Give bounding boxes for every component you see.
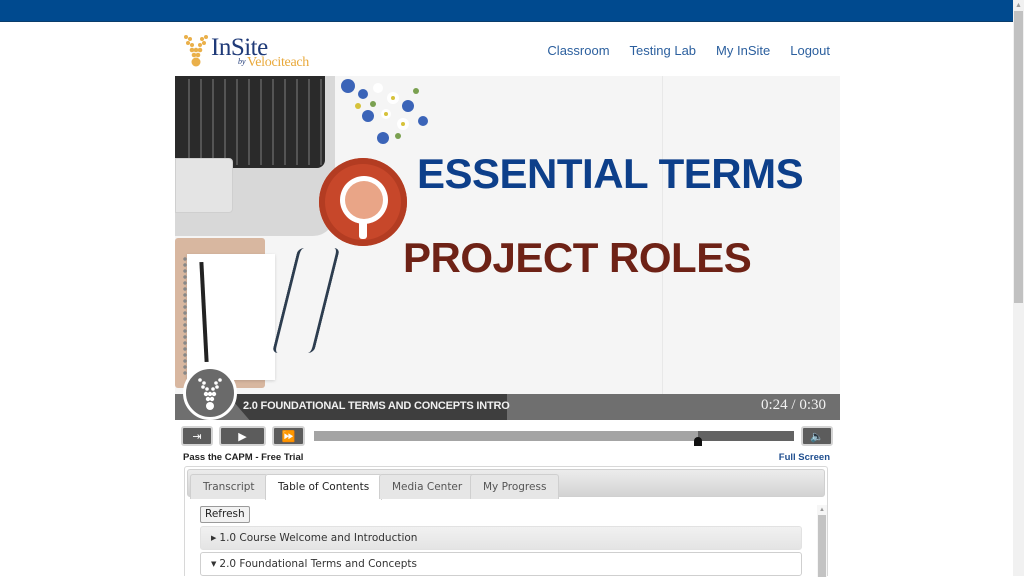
progress-remaining bbox=[698, 431, 794, 441]
course-name: Pass the CAPM - Free Trial bbox=[183, 452, 304, 463]
time-total: 0:30 bbox=[799, 397, 826, 413]
velociteach-badge bbox=[183, 366, 237, 420]
volume-icon: 🔈 bbox=[810, 430, 824, 443]
tab-my-progress[interactable]: My Progress bbox=[470, 474, 560, 499]
page-scrollbar[interactable]: ▲ bbox=[1013, 0, 1024, 576]
toc-item-label: 1.0 Course Welcome and Introduction bbox=[219, 532, 418, 544]
tab-transcript[interactable]: Transcript bbox=[190, 474, 268, 499]
nav-classroom[interactable]: Classroom bbox=[547, 43, 609, 58]
refresh-button[interactable]: Refresh bbox=[200, 506, 250, 523]
caret-down-icon: ▼ bbox=[211, 560, 217, 568]
tab-bar: Transcript Table of Contents Media Cente… bbox=[187, 469, 825, 500]
exit-button[interactable]: ⇥ bbox=[181, 426, 213, 446]
scroll-up-icon[interactable]: ▲ bbox=[817, 505, 827, 515]
coffee-cup-image bbox=[340, 176, 388, 224]
course-meta: Pass the CAPM - Free Trial Full Screen bbox=[175, 451, 840, 465]
nav-my-insite[interactable]: My InSite bbox=[716, 43, 770, 58]
video-caption: 2.0 FOUNDATIONAL TERMS AND CONCEPTS INTR… bbox=[243, 400, 510, 412]
notebook-spiral bbox=[181, 256, 189, 376]
trackpad-image bbox=[175, 158, 233, 213]
toc-scrollbar-thumb[interactable] bbox=[818, 515, 826, 577]
keyboard-image bbox=[175, 76, 325, 168]
caret-right-icon: ▶ bbox=[211, 534, 217, 542]
main-nav: Classroom Testing Lab My InSite Logout bbox=[547, 43, 830, 58]
scrollbar-thumb[interactable] bbox=[1014, 11, 1023, 303]
scroll-up-icon[interactable]: ▲ bbox=[1013, 0, 1024, 11]
play-icon: ▶ bbox=[238, 430, 247, 443]
course-panel: Transcript Table of Contents Media Cente… bbox=[184, 466, 828, 577]
logo-by-text: by bbox=[238, 57, 246, 66]
fast-forward-icon: ⏩ bbox=[281, 430, 296, 443]
volume-button[interactable]: 🔈 bbox=[801, 426, 833, 446]
cup-handle-image bbox=[359, 223, 367, 239]
time-separator: / bbox=[791, 397, 796, 413]
glasses-image bbox=[271, 248, 341, 353]
tab-table-of-contents[interactable]: Table of Contents bbox=[265, 474, 383, 500]
toc-item-label: 2.0 Foundational Terms and Concepts bbox=[219, 558, 417, 570]
fast-forward-button[interactable]: ⏩ bbox=[272, 426, 305, 446]
play-button[interactable]: ▶ bbox=[219, 426, 266, 446]
toc-item[interactable]: ▼ 2.0 Foundational Terms and Concepts bbox=[200, 552, 802, 576]
slide-title-line1: ESSENTIAL TERMS bbox=[417, 150, 804, 197]
player-controls: ⇥ ▶ ⏩ 🔈 bbox=[175, 424, 840, 448]
nav-testing-lab[interactable]: Testing Lab bbox=[630, 43, 697, 58]
top-banner bbox=[0, 0, 1013, 22]
logo-velociteach-text: Velociteach bbox=[247, 55, 309, 70]
exit-icon: ⇥ bbox=[192, 430, 202, 443]
time-current: 0:24 bbox=[760, 397, 788, 413]
toc-scrollbar[interactable]: ▲ bbox=[817, 505, 827, 577]
table-of-contents: Refresh ▶ 1.0 Course Welcome and Introduc… bbox=[197, 505, 817, 577]
progress-handle[interactable] bbox=[694, 437, 702, 446]
video-caption-bar: 2.0 FOUNDATIONAL TERMS AND CONCEPTS INTR… bbox=[175, 394, 840, 420]
toc-item[interactable]: ▶ 1.0 Course Welcome and Introduction bbox=[200, 526, 802, 550]
video-progress-slider[interactable] bbox=[314, 431, 794, 446]
tab-media-center[interactable]: Media Center bbox=[379, 474, 476, 499]
flowers-image bbox=[341, 79, 428, 144]
video-player[interactable]: ESSENTIAL TERMS PROJECT ROLES 2.0 FOUNDA… bbox=[175, 76, 840, 420]
nav-logout[interactable]: Logout bbox=[790, 43, 830, 58]
slide-title-line2: PROJECT ROLES bbox=[403, 234, 752, 281]
site-header: InSite by Velociteach Classroom Testing … bbox=[175, 24, 840, 76]
insite-logo[interactable]: InSite by Velociteach bbox=[183, 32, 323, 70]
velociteach-badge-icon bbox=[198, 378, 222, 410]
video-time: 0:24 / 0:30 bbox=[761, 397, 826, 414]
velociteach-logo-icon bbox=[184, 35, 208, 67]
full-screen-link[interactable]: Full Screen bbox=[779, 452, 830, 463]
